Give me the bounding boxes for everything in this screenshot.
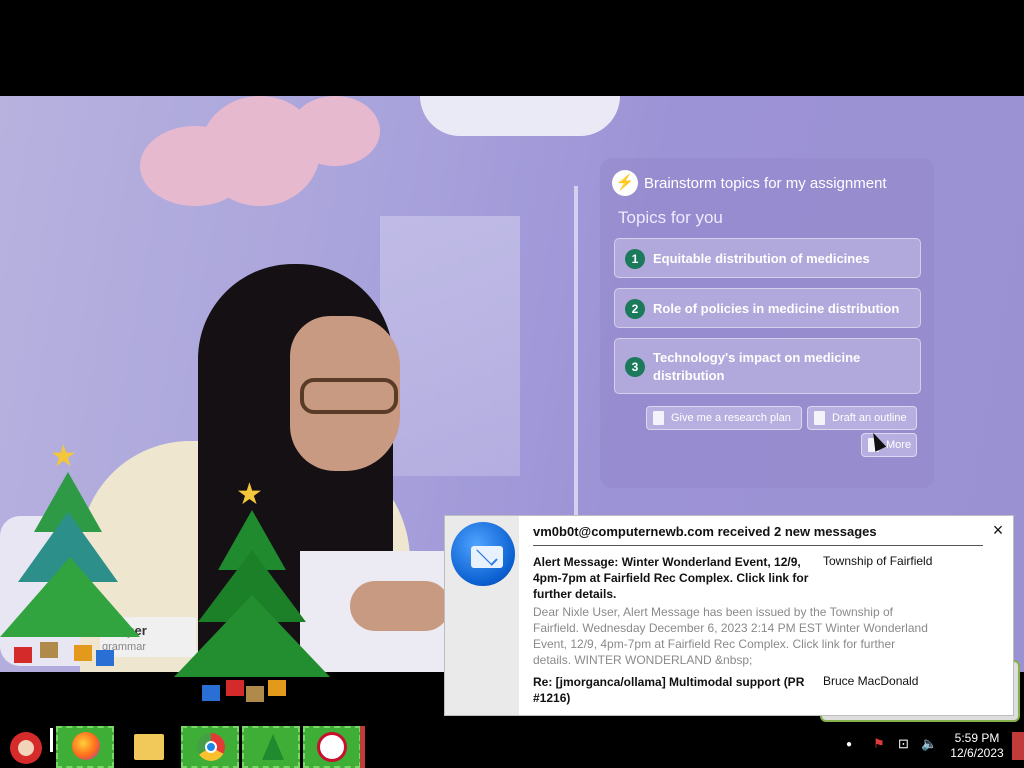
ai-brainstorm-card: ⚡ Brainstorm topics for my assignment To…	[600, 158, 934, 488]
cloud-decoration	[290, 96, 380, 166]
christmas-tree-decoration: ★	[0, 442, 160, 672]
close-icon[interactable]: ×	[989, 521, 1007, 540]
mcafee-taskbar-button[interactable]	[303, 726, 361, 768]
taskbar-edge	[360, 726, 365, 768]
teddy-bear-icon	[40, 642, 58, 658]
network-icon[interactable]: ⊡	[898, 736, 909, 752]
gift-icon	[96, 650, 114, 666]
mcafee-shield-icon	[317, 732, 347, 762]
person-hand	[350, 581, 450, 631]
topic-item-2[interactable]: 2 Role of policies in medicine distribut…	[614, 288, 921, 328]
topic-number-badge: 1	[625, 249, 645, 269]
more-label: More	[886, 439, 912, 451]
show-desktop-button[interactable]	[1012, 732, 1024, 760]
gift-icon	[268, 680, 286, 696]
ai-card-title: Brainstorm topics for my assignment	[644, 175, 887, 192]
taskbar-separator	[50, 728, 53, 752]
firefox-icon	[72, 732, 100, 760]
santa-app-icon[interactable]	[6, 726, 46, 768]
topic-label: Technology's impact on medicine distribu…	[653, 350, 861, 383]
ceiling-lamp	[420, 96, 620, 136]
draft-outline-label: Draft an outline	[832, 412, 907, 424]
star-icon: ★	[50, 440, 77, 473]
person-glasses	[300, 378, 398, 414]
topics-heading: Topics for you	[618, 208, 723, 227]
topic-label: Equitable distribution of medicines	[653, 251, 870, 266]
file-explorer-taskbar-button[interactable]	[128, 726, 172, 768]
clock-time: 5:59 PM	[954, 731, 1000, 745]
gift-icon	[14, 647, 32, 663]
volume-icon[interactable]: 🔈	[921, 736, 937, 752]
thunderbird-icon	[451, 522, 515, 586]
research-plan-label: Give me a research plan	[671, 412, 791, 424]
taskbar-clock[interactable]: 5:59 PM 12/6/2023	[944, 731, 1010, 761]
firefox-taskbar-button[interactable]	[56, 726, 114, 768]
gift-icon	[74, 645, 92, 661]
tray-dot-icon[interactable]: ●	[846, 739, 852, 750]
message-sender-1: Township of Fairfield	[823, 554, 933, 568]
christmas-tree-decoration: ★	[160, 480, 350, 715]
new-mail-notification[interactable]: vm0b0t@computernewb.com received 2 new m…	[444, 515, 1014, 716]
topic-number-badge: 3	[625, 357, 645, 377]
christmas-tree-icon	[262, 734, 284, 760]
star-icon: ★	[236, 478, 263, 511]
message-subject-1[interactable]: Alert Message: Winter Wonderland Event, …	[533, 554, 813, 602]
outline-icon	[814, 411, 825, 425]
topic-label: Role of policies in medicine distributio…	[653, 301, 900, 316]
folder-icon	[134, 734, 164, 760]
draft-outline-button[interactable]: Draft an outline	[807, 406, 917, 430]
topic-item-3[interactable]: 3 Technology's impact on medicine distri…	[614, 338, 921, 394]
clock-date: 12/6/2023	[950, 746, 1004, 760]
background-window-light	[380, 216, 520, 476]
teddy-bear-icon	[246, 686, 264, 702]
taskbar: ● ⚑ ⊡ 🔈	[0, 722, 1024, 768]
divider	[533, 545, 983, 546]
research-plan-button[interactable]: Give me a research plan	[646, 406, 802, 430]
sparkle-icon: ⚡	[612, 170, 638, 196]
message-preview-1: Dear Nixle User, Alert Message has been …	[533, 605, 928, 667]
tree-app-taskbar-button[interactable]	[242, 726, 300, 768]
gift-icon	[226, 680, 244, 696]
message-sender-2: Bruce MacDonald	[823, 674, 919, 688]
desktop: ⚡ Brainstorm topics for my assignment To…	[0, 0, 1024, 768]
gift-icon	[202, 685, 220, 701]
topic-item-1[interactable]: 1 Equitable distribution of medicines	[614, 238, 921, 278]
topic-number-badge: 2	[625, 299, 645, 319]
notification-title: vm0b0t@computernewb.com received 2 new m…	[533, 524, 877, 539]
message-subject-2[interactable]: Re: [jmorganca/ollama] Multimodal suppor…	[533, 674, 813, 706]
chrome-taskbar-button[interactable]	[181, 726, 239, 768]
action-center-flag-icon[interactable]: ⚑	[873, 736, 885, 752]
document-icon	[653, 411, 664, 425]
